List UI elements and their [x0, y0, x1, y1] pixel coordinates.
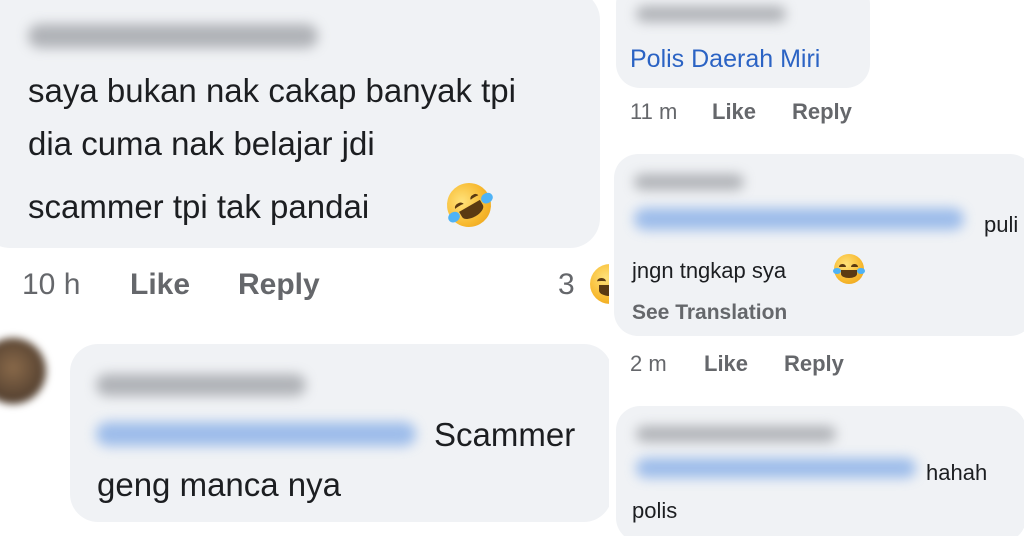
- blurred-author-name[interactable]: [636, 6, 786, 22]
- tears-of-joy-emoji: [832, 254, 866, 284]
- avatar[interactable]: [0, 338, 46, 404]
- comment-text-suffix: hahah: [926, 460, 988, 485]
- left-screenshot-panel: saya bukan nak cakap banyak tpi dia cuma…: [0, 0, 612, 536]
- blurred-author-name[interactable]: [634, 174, 744, 190]
- blurred-author-name[interactable]: [96, 374, 306, 396]
- blurred-mention-link[interactable]: [634, 208, 964, 230]
- mention-link[interactable]: Polis Daerah Miri: [630, 45, 820, 74]
- like-button[interactable]: Like: [712, 99, 756, 125]
- comment-text-line: geng manca nya: [97, 466, 342, 503]
- blurred-author-name[interactable]: [28, 24, 318, 48]
- comment-text-line: scammer tpi tak pandai: [28, 188, 370, 225]
- right-screenshot-panel: Polis Daerah Miri 11 m Like Reply puli j…: [612, 0, 1024, 536]
- comment-text-line: saya bukan nak cakap banyak tpi: [28, 72, 516, 109]
- like-button[interactable]: Like: [130, 268, 190, 302]
- see-translation-link[interactable]: See Translation: [632, 301, 787, 325]
- reaction-count[interactable]: 3: [558, 268, 575, 302]
- comment-text-line: polis: [632, 498, 678, 523]
- reply-button[interactable]: Reply: [238, 268, 320, 302]
- comment-timestamp: 2 m: [630, 351, 667, 376]
- comment-text-suffix: Scammer: [434, 416, 576, 453]
- comment-text-line: jngn tngkap sya: [632, 258, 787, 283]
- reply-button[interactable]: Reply: [792, 99, 852, 125]
- blurred-mention-link[interactable]: [636, 458, 916, 478]
- comment-text-suffix: puli: [984, 212, 1019, 237]
- comment-timestamp: 11 m: [630, 99, 678, 124]
- comment-timestamp: 10 h: [22, 268, 81, 301]
- reply-button[interactable]: Reply: [784, 351, 844, 377]
- blurred-author-name[interactable]: [636, 426, 836, 442]
- like-button[interactable]: Like: [704, 351, 748, 377]
- blurred-mention-link[interactable]: [96, 422, 416, 446]
- comment-bubble: [616, 0, 870, 88]
- comment-text-line: dia cuma nak belajar jdi: [28, 125, 375, 162]
